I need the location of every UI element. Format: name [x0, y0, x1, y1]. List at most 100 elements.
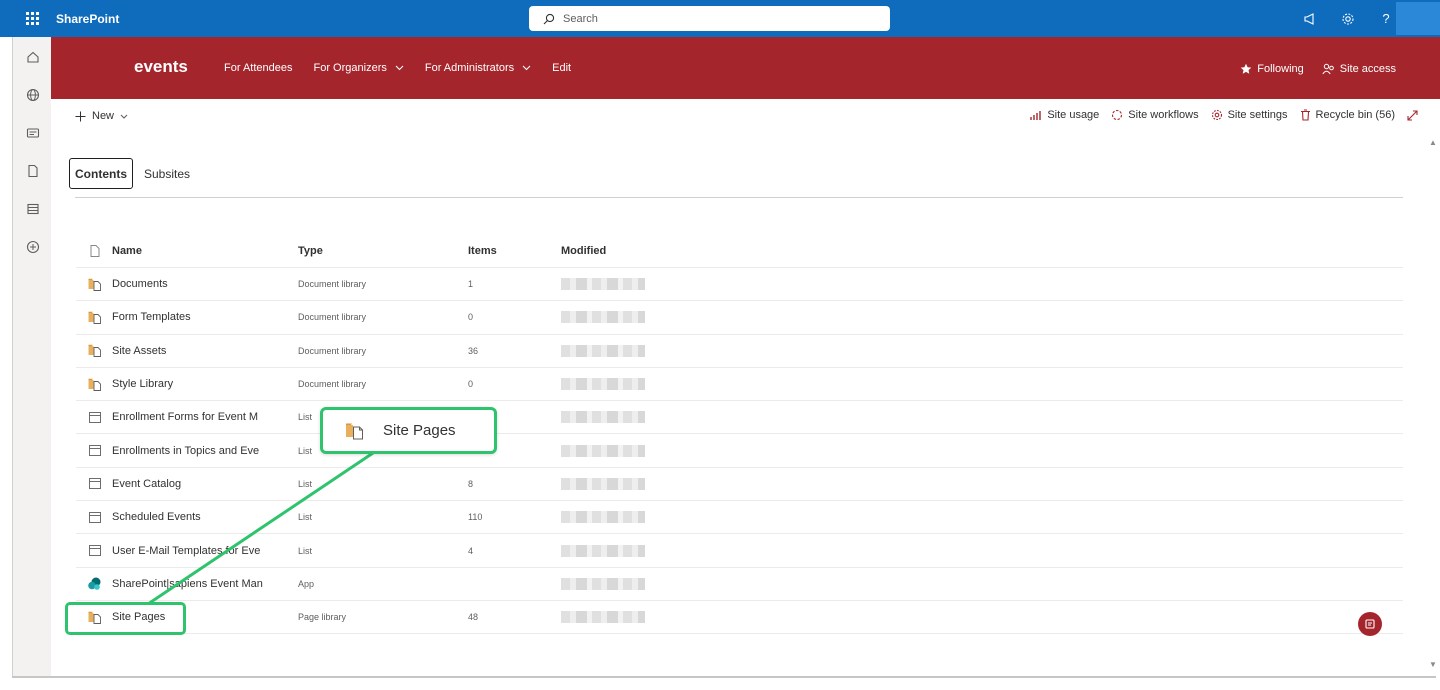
- row-modified: [561, 577, 681, 590]
- table-row[interactable]: Documents Document library 1: [76, 268, 1403, 302]
- list-icon: [76, 411, 112, 423]
- table-row[interactable]: Site Pages Page library 48: [76, 601, 1403, 635]
- workflow-icon: [1112, 109, 1123, 121]
- row-name-link[interactable]: Form Templates: [112, 311, 298, 323]
- feedback-badge-icon[interactable]: [1358, 612, 1382, 636]
- table-row[interactable]: Style Library Document library 0: [76, 368, 1403, 402]
- redacted-date: [561, 378, 645, 391]
- redacted-date: [561, 278, 645, 291]
- scroll-down-icon[interactable]: ▼: [1429, 660, 1437, 669]
- nav-edit[interactable]: Edit: [552, 62, 571, 74]
- column-header-name[interactable]: Name: [112, 245, 298, 257]
- help-icon[interactable]: ?: [1378, 11, 1394, 27]
- column-header-type[interactable]: Type: [298, 245, 468, 257]
- row-items: 110: [468, 512, 483, 523]
- row-modified: [561, 611, 681, 624]
- brand-name[interactable]: SharePoint: [56, 12, 119, 26]
- table-row[interactable]: Enrollment Forms for Event M List: [76, 401, 1403, 435]
- gear-icon: [1211, 109, 1222, 121]
- trash-icon: [1300, 109, 1310, 121]
- row-type: Document library: [298, 345, 367, 356]
- row-modified: [561, 444, 681, 457]
- contents-table: Name Type Items Modified Documents Docume…: [76, 235, 1403, 635]
- site-usage-button[interactable]: Site usage: [1030, 109, 1099, 121]
- row-type: Page library: [298, 612, 347, 623]
- library-icon: [76, 311, 112, 324]
- row-name-link[interactable]: Site Assets: [112, 345, 298, 357]
- row-name-link[interactable]: User E-Mail Templates for Eve: [112, 545, 298, 557]
- nav-for-administrators[interactable]: For Administrators: [425, 62, 531, 74]
- create-icon[interactable]: [13, 228, 52, 266]
- redacted-date: [561, 411, 645, 424]
- search-box[interactable]: Search: [529, 6, 890, 31]
- row-type: Document library: [298, 312, 367, 323]
- row-name-link[interactable]: Enrollment Forms for Event M: [112, 411, 298, 423]
- expand-icon[interactable]: [1407, 109, 1418, 121]
- site-settings-button[interactable]: Site settings: [1211, 109, 1288, 121]
- scroll-up-icon[interactable]: ▲: [1429, 138, 1437, 147]
- app-launcher-icon[interactable]: [18, 0, 46, 37]
- site-navigation: For Attendees For Organizers For Adminis…: [224, 62, 571, 74]
- row-name-link[interactable]: Event Catalog: [112, 478, 298, 490]
- row-name-link[interactable]: Documents: [112, 278, 298, 290]
- nav-for-organizers[interactable]: For Organizers: [314, 62, 404, 74]
- row-modified: [561, 311, 681, 324]
- library-icon: [76, 378, 112, 391]
- table-row[interactable]: Event Catalog List 8: [76, 468, 1403, 502]
- row-name-link[interactable]: Scheduled Events: [112, 511, 298, 523]
- row-type: App: [298, 578, 315, 589]
- row-items: 36: [468, 345, 479, 356]
- globe-icon[interactable]: [13, 76, 52, 114]
- list-icon: [76, 478, 112, 490]
- left-rail: [12, 37, 51, 677]
- table-header: Name Type Items Modified: [76, 235, 1403, 268]
- search-placeholder: Search: [563, 12, 598, 25]
- tab-contents[interactable]: Contents: [69, 158, 133, 189]
- column-header-items[interactable]: Items: [468, 245, 561, 257]
- lists-icon[interactable]: [13, 190, 52, 228]
- recycle-bin-button[interactable]: Recycle bin (56): [1300, 109, 1395, 121]
- redacted-date: [561, 544, 645, 557]
- redacted-date: [561, 477, 645, 490]
- table-row[interactable]: Enrollments in Topics and Eve List: [76, 434, 1403, 468]
- table-row[interactable]: Form Templates Document library 0: [76, 301, 1403, 335]
- redacted-date: [561, 344, 645, 357]
- table-row[interactable]: Scheduled Events List 110: [76, 501, 1403, 535]
- column-header-modified[interactable]: Modified: [561, 245, 681, 257]
- people-icon: [1322, 63, 1334, 75]
- new-button[interactable]: New: [75, 110, 128, 122]
- row-items: 8: [468, 478, 474, 489]
- home-icon[interactable]: [13, 38, 52, 76]
- site-title[interactable]: events: [134, 57, 188, 77]
- chevron-down-icon: [395, 65, 404, 71]
- table-row[interactable]: Site Assets Document library 36: [76, 335, 1403, 368]
- site-workflows-button[interactable]: Site workflows: [1111, 109, 1199, 121]
- table-row[interactable]: SharePoint|sapiens Event Man App: [76, 568, 1403, 601]
- row-name-link[interactable]: Enrollments in Topics and Eve: [112, 445, 298, 457]
- file-type-header-icon[interactable]: [76, 245, 112, 257]
- library-icon: [76, 278, 112, 291]
- chevron-down-icon: [120, 114, 128, 119]
- tab-subsites[interactable]: Subsites: [144, 167, 190, 181]
- file-icon[interactable]: [13, 152, 52, 190]
- following-button[interactable]: Following: [1240, 63, 1304, 75]
- row-items: 1: [468, 279, 474, 290]
- row-modified: [561, 511, 681, 524]
- news-icon[interactable]: [13, 114, 52, 152]
- suite-bar: SharePoint Search ?: [0, 0, 1440, 37]
- plus-icon: [75, 111, 86, 121]
- chart-icon: [1030, 111, 1042, 120]
- library-icon: [76, 344, 112, 358]
- nav-for-attendees[interactable]: For Attendees: [224, 62, 293, 74]
- row-name-link[interactable]: Style Library: [112, 378, 298, 390]
- avatar[interactable]: [1396, 2, 1440, 35]
- table-row[interactable]: User E-Mail Templates for Eve List 4: [76, 534, 1403, 568]
- megaphone-icon[interactable]: [1302, 11, 1318, 27]
- callout-label: Site Pages: [383, 422, 456, 439]
- site-access-button[interactable]: Site access: [1322, 63, 1396, 75]
- row-name-link[interactable]: SharePoint|sapiens Event Man: [112, 578, 298, 590]
- redacted-date: [561, 577, 645, 590]
- gear-icon[interactable]: [1340, 11, 1356, 27]
- row-modified: [561, 477, 681, 490]
- list-icon: [76, 445, 112, 457]
